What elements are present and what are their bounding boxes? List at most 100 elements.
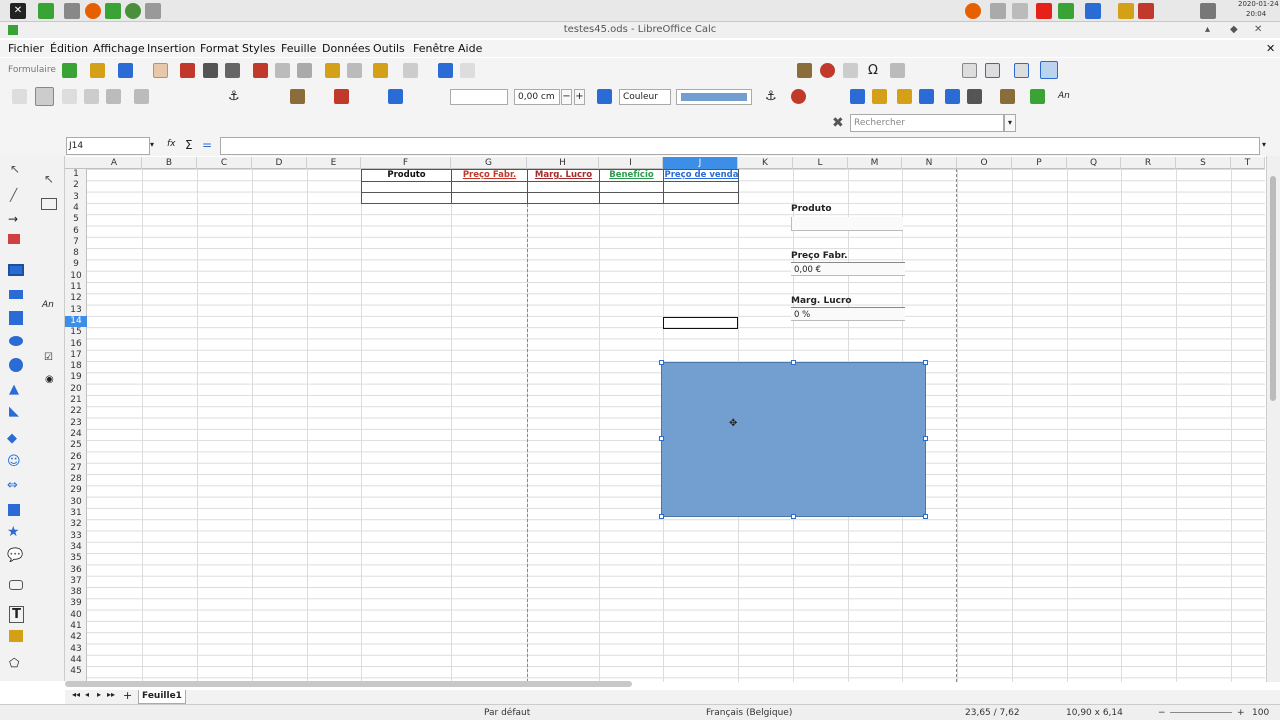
freeze-icon[interactable] bbox=[1014, 63, 1029, 78]
row-header[interactable]: 39 bbox=[65, 598, 87, 609]
row-header[interactable]: 19 bbox=[65, 372, 87, 383]
row-header[interactable]: 16 bbox=[65, 339, 87, 350]
column-header-c[interactable]: C bbox=[197, 157, 252, 169]
row-header[interactable]: 34 bbox=[65, 542, 87, 553]
resize-handle[interactable] bbox=[923, 436, 928, 441]
crop-icon[interactable] bbox=[84, 89, 99, 104]
style-box[interactable]: Formulaire bbox=[8, 65, 56, 75]
row-header[interactable]: 27 bbox=[65, 463, 87, 474]
line-width-plus[interactable]: + bbox=[574, 89, 585, 105]
row-header[interactable]: 18 bbox=[65, 361, 87, 372]
zoom-level[interactable]: 100 % bbox=[1252, 705, 1280, 720]
sidebar-square-icon[interactable] bbox=[9, 311, 23, 325]
resize-handle[interactable] bbox=[659, 514, 664, 519]
libreoffice-calc-icon[interactable] bbox=[38, 3, 54, 19]
chart-icon[interactable] bbox=[820, 63, 835, 78]
points-icon[interactable] bbox=[35, 87, 54, 106]
row-header[interactable]: 31 bbox=[65, 508, 87, 519]
formula-icon[interactable]: = bbox=[202, 138, 212, 152]
resize-handle[interactable] bbox=[791, 514, 796, 519]
fontwork-icon[interactable]: An bbox=[1058, 89, 1073, 104]
column-header-s[interactable]: S bbox=[1176, 157, 1231, 169]
sidebar-text-icon[interactable]: T bbox=[9, 606, 24, 623]
rotate-icon[interactable] bbox=[62, 89, 77, 104]
rotate-2-icon[interactable] bbox=[791, 89, 806, 104]
row-header[interactable]: 23 bbox=[65, 418, 87, 429]
sidebar-rect2-icon[interactable] bbox=[9, 290, 23, 299]
row-header[interactable]: 44 bbox=[65, 655, 87, 666]
sidebar-double-arrow-icon[interactable]: ⇔ bbox=[7, 478, 18, 493]
row-header[interactable]: 10 bbox=[65, 271, 87, 282]
sidebar-radio-icon[interactable]: ◉ bbox=[45, 374, 54, 385]
row-header[interactable]: 3 bbox=[65, 192, 87, 203]
column-header-a[interactable]: A bbox=[87, 157, 142, 169]
calc-taskbar-icon[interactable] bbox=[105, 3, 121, 19]
battery-icon[interactable] bbox=[1118, 3, 1134, 19]
clear-format-icon[interactable] bbox=[347, 63, 362, 78]
save-icon[interactable] bbox=[118, 63, 133, 78]
anchor-icon[interactable]: ⚓ bbox=[228, 89, 243, 104]
row-header[interactable]: 32 bbox=[65, 519, 87, 530]
send-back-icon[interactable] bbox=[919, 89, 934, 104]
formula-input[interactable] bbox=[220, 137, 1260, 155]
row-header[interactable]: 28 bbox=[65, 474, 87, 485]
function-wizard-icon[interactable]: fx bbox=[167, 139, 176, 149]
row-header[interactable]: 4 bbox=[65, 203, 87, 214]
column-header-g[interactable]: G bbox=[451, 157, 527, 169]
name-box[interactable]: J14 bbox=[66, 137, 150, 155]
menu-aide[interactable]: Aide bbox=[458, 40, 482, 57]
column-header-q[interactable]: Q bbox=[1067, 157, 1121, 169]
prev-sheet-button[interactable]: ◂ bbox=[85, 690, 89, 699]
rectangle-shape[interactable]: ✥ bbox=[661, 362, 926, 517]
sidebar-smiley-icon[interactable]: ☺ bbox=[7, 454, 21, 469]
first-sheet-button[interactable]: ◂◂ bbox=[72, 690, 80, 699]
row-header[interactable]: 40 bbox=[65, 610, 87, 621]
last-sheet-button[interactable]: ▸▸ bbox=[107, 690, 115, 699]
headers-footers-icon[interactable] bbox=[962, 63, 977, 78]
sum-icon[interactable]: Σ bbox=[185, 138, 193, 152]
close-find-icon[interactable]: ✖ bbox=[832, 115, 844, 131]
column-header-e[interactable]: E bbox=[307, 157, 361, 169]
menu-donnees[interactable]: Données bbox=[322, 40, 370, 57]
row-header[interactable]: 30 bbox=[65, 497, 87, 508]
sidebar-triangle-icon[interactable]: ▲ bbox=[9, 382, 19, 397]
column-header-i[interactable]: I bbox=[599, 157, 663, 169]
column-header-f[interactable]: F bbox=[361, 157, 451, 169]
column-header-l[interactable]: L bbox=[793, 157, 848, 169]
bluetooth-icon[interactable] bbox=[1085, 3, 1101, 19]
row-header[interactable]: 8 bbox=[65, 248, 87, 259]
row-header[interactable]: 25 bbox=[65, 440, 87, 451]
image-icon[interactable] bbox=[797, 63, 812, 78]
status-language[interactable]: Français (Belgique) bbox=[706, 705, 792, 720]
column-header-d[interactable]: D bbox=[252, 157, 307, 169]
column-header-n[interactable]: N bbox=[902, 157, 957, 169]
line-style-icon[interactable] bbox=[388, 89, 403, 104]
status-page-style[interactable]: Par défaut bbox=[484, 705, 530, 720]
copy-icon[interactable] bbox=[275, 63, 290, 78]
row-header[interactable]: 6 bbox=[65, 226, 87, 237]
sidebar-callout-icon[interactable]: 💬 bbox=[7, 548, 23, 563]
insert-table-icon[interactable] bbox=[1030, 89, 1045, 104]
to-foreground-icon[interactable] bbox=[945, 89, 960, 104]
cut-icon[interactable] bbox=[253, 63, 268, 78]
insert-image-icon[interactable] bbox=[1000, 89, 1015, 104]
sidebar-right-triangle-icon[interactable]: ◣ bbox=[9, 404, 19, 419]
column-header-t[interactable]: T bbox=[1231, 157, 1265, 169]
add-sheet-button[interactable]: + bbox=[123, 689, 132, 702]
vertical-scrollbar[interactable] bbox=[1266, 156, 1280, 682]
expand-formula-button[interactable]: ▾ bbox=[1262, 137, 1274, 155]
field-marg-lucro[interactable]: 0 % bbox=[791, 307, 905, 321]
menu-insertion[interactable]: Insertion bbox=[147, 40, 195, 57]
horizontal-scroll-thumb[interactable] bbox=[65, 681, 632, 687]
column-header-m[interactable]: M bbox=[848, 157, 902, 169]
sidebar-rectangle-icon[interactable] bbox=[8, 264, 24, 276]
line-style-dropdown[interactable] bbox=[450, 89, 508, 105]
menu-format[interactable]: Format bbox=[200, 40, 239, 57]
row-header[interactable]: 2 bbox=[65, 180, 87, 191]
edit-mode-icon[interactable] bbox=[153, 63, 168, 78]
clone-format-icon[interactable] bbox=[325, 63, 340, 78]
row-header[interactable]: 21 bbox=[65, 395, 87, 406]
sidebar-line-icon[interactable]: ╱ bbox=[10, 188, 17, 202]
menu-feuille[interactable]: Feuille bbox=[281, 40, 316, 57]
export-pdf-icon[interactable] bbox=[180, 63, 195, 78]
